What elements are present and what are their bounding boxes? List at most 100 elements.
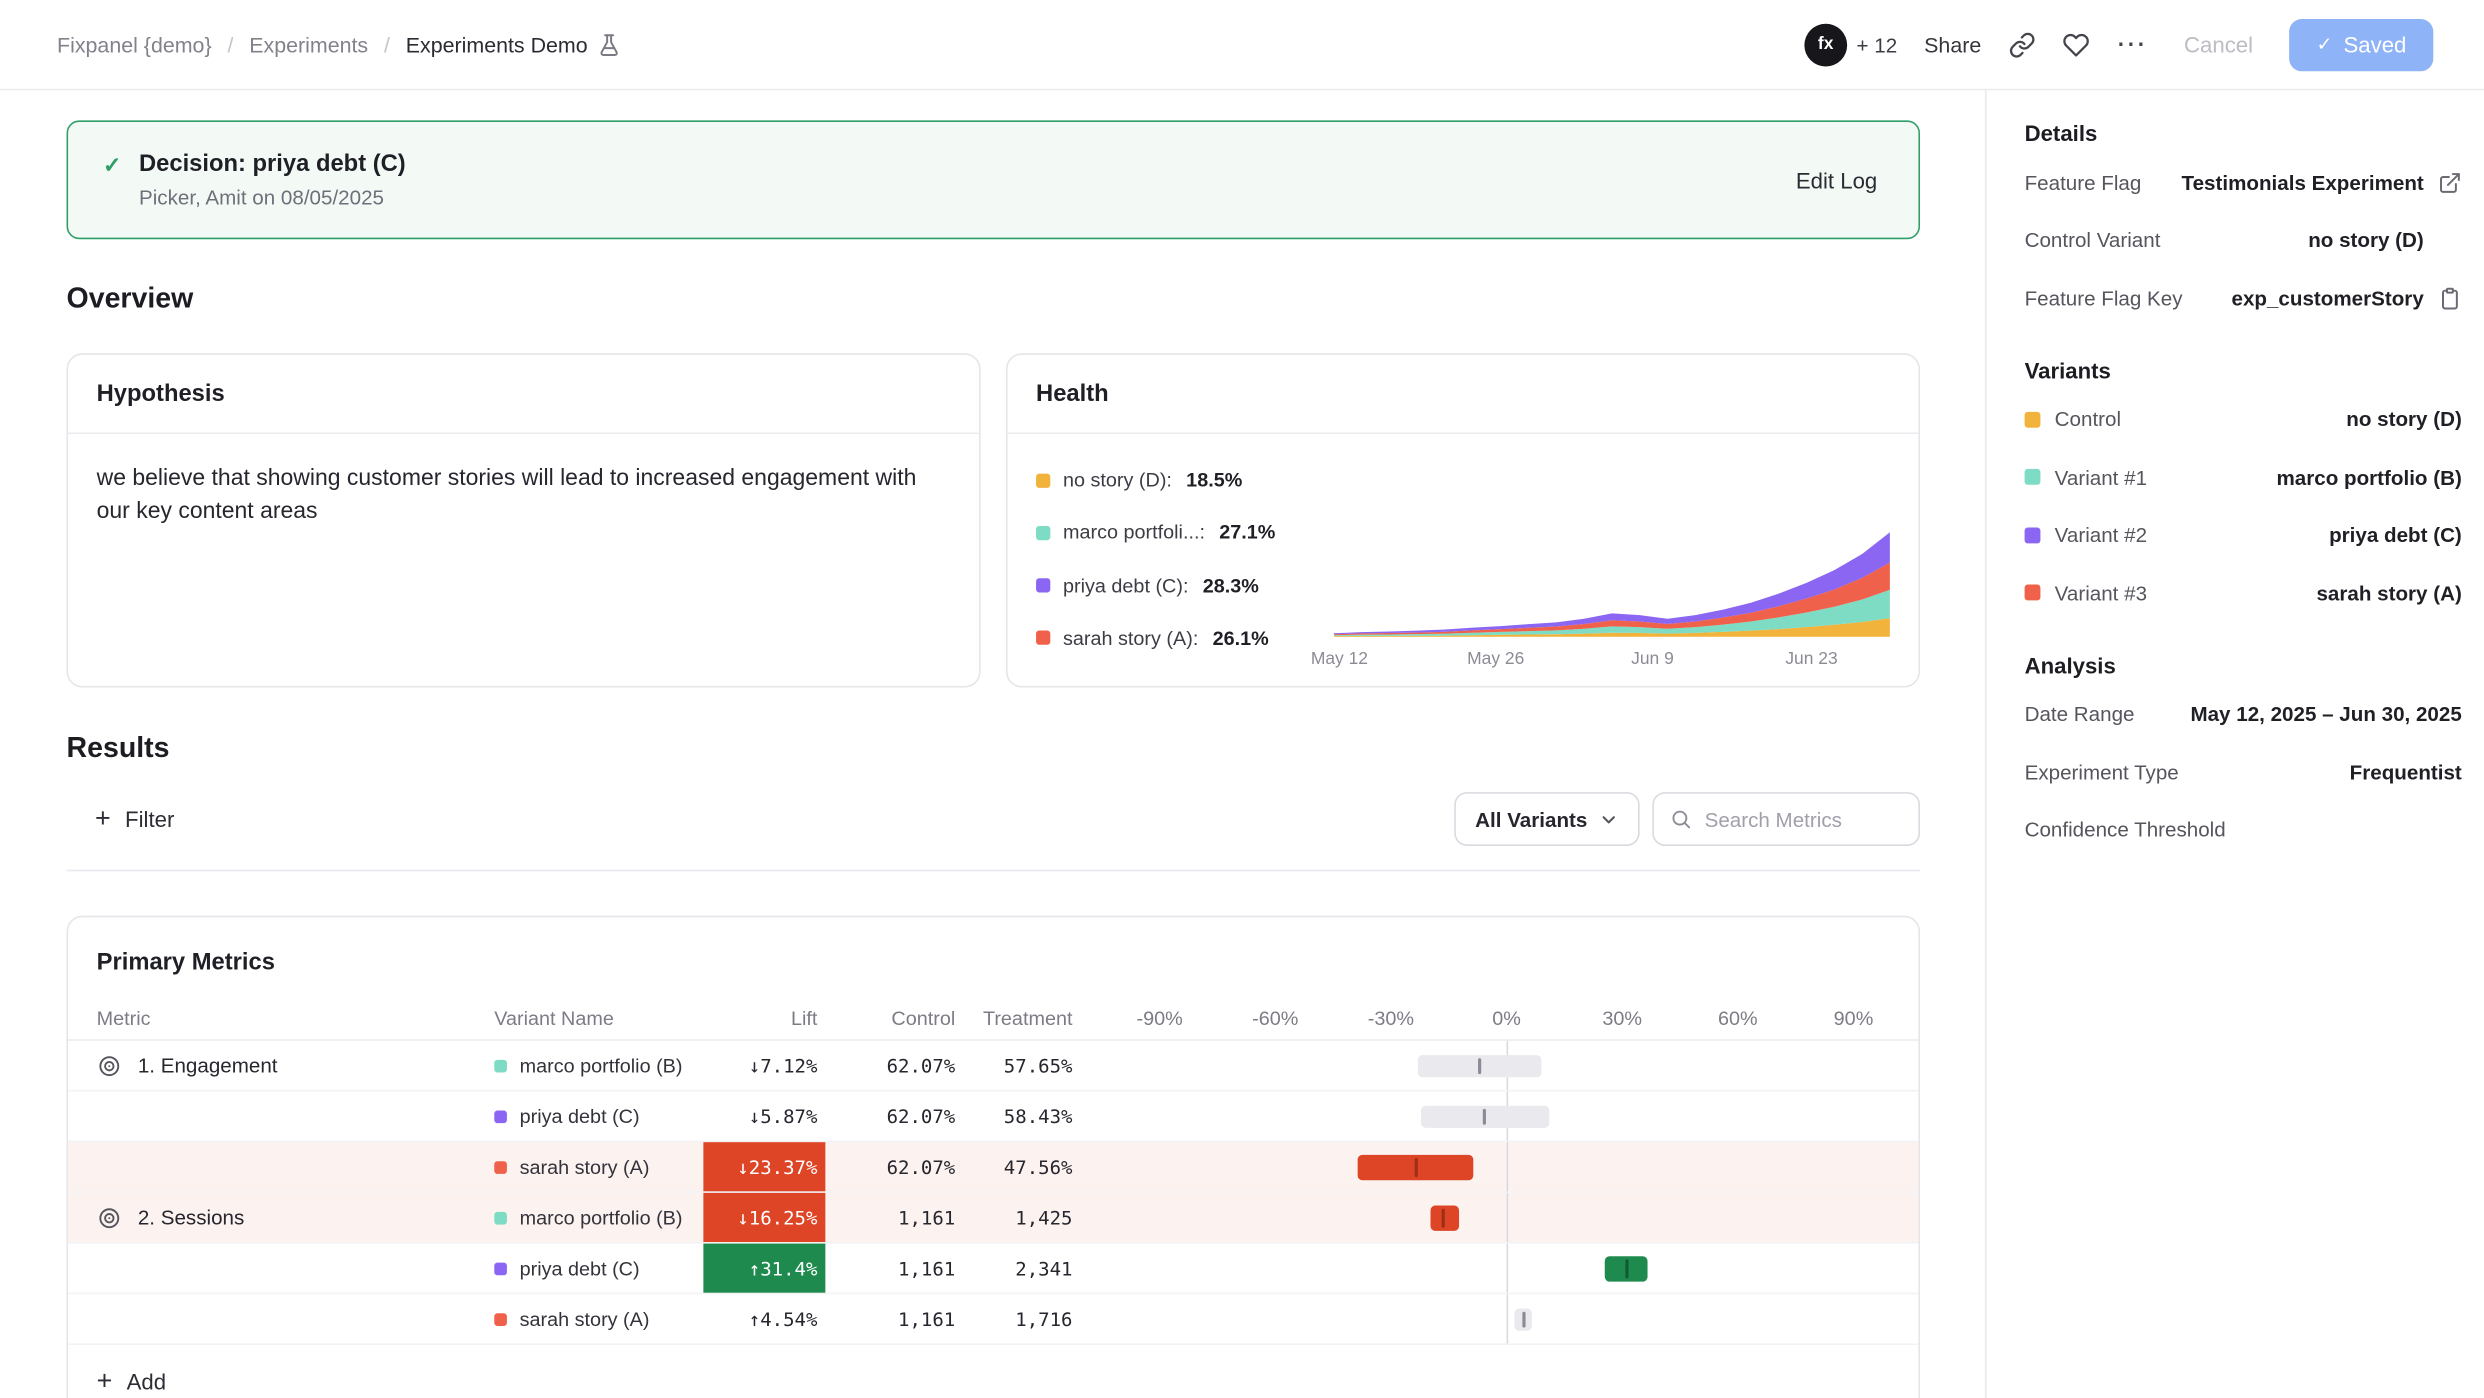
chevron-down-icon (1598, 809, 1619, 830)
treatment-value: 47.56% (955, 1156, 1072, 1178)
edit-log-button[interactable]: Edit Log (1796, 167, 1877, 192)
metric-row[interactable]: priya debt (C) ↓5.87% 62.07%58.43% (68, 1092, 1918, 1143)
estimate-tick (1415, 1157, 1418, 1176)
plus-icon: + (95, 808, 111, 830)
column-lift: Lift (703, 998, 825, 1039)
details-rows: Feature Flag Testimonials Experiment Contr… (2025, 154, 2462, 327)
saved-button[interactable]: ✓ Saved (2290, 18, 2434, 70)
metric-row[interactable]: sarah story (A)↑4.54%1,1611,716 (68, 1294, 1918, 1345)
variants-rows: Controlno story (D)Variant #1marco portf… (2025, 391, 2462, 622)
filter-label: Filter (125, 806, 174, 831)
lift-value: ↓5.87% (749, 1105, 818, 1127)
app: Fixpanel {demo} / Experiments / Experime… (0, 0, 2484, 1398)
legend-label: priya debt (C): (1063, 575, 1188, 597)
add-metric-button[interactable]: + Add (68, 1345, 166, 1398)
legend-swatch (1036, 526, 1050, 540)
more-menu-icon[interactable]: ⋯ (2116, 31, 2148, 58)
variant-name: marco portfolio (B) (520, 1054, 683, 1076)
search-metrics-box (1652, 792, 1920, 846)
main-panel: ✓ Decision: priya debt (C) Picker, Amit … (0, 90, 1985, 1398)
lift-cell: ↑31.4% (703, 1244, 825, 1293)
confidence-interval-bar (1418, 1054, 1541, 1076)
control-value: 1,161 (825, 1257, 955, 1279)
primary-metrics-title: Primary Metrics (68, 917, 1918, 998)
health-title: Health (1008, 355, 1919, 434)
legend-item[interactable]: sarah story (A):26.1% (1036, 627, 1315, 649)
lift-value: ↓23.37% (737, 1156, 817, 1178)
variant-color-dot (494, 1312, 507, 1325)
treatment-value: 57.65% (955, 1054, 1072, 1076)
breadcrumb-separator: / (227, 32, 233, 56)
variant-cell: priya debt (C) (494, 1105, 703, 1127)
top-bar: Fixpanel {demo} / Experiments / Experime… (0, 0, 2484, 90)
heart-icon[interactable] (2062, 31, 2089, 58)
metric-row[interactable]: 2. Sessionsmarco portfolio (B)↓16.25%1,1… (68, 1193, 1918, 1244)
variant-name: priya debt (C) (520, 1105, 640, 1127)
control-value: 1,161 (825, 1308, 955, 1330)
results-heading: Results (67, 732, 1920, 765)
metric-row[interactable]: sarah story (A)↓23.37%62.07%47.56% (68, 1142, 1918, 1193)
legend-item[interactable]: marco portfoli...:27.1% (1036, 522, 1315, 544)
target-icon (97, 1053, 122, 1078)
breadcrumb-experiments[interactable]: Experiments (249, 32, 368, 56)
legend-label: sarah story (A): (1063, 627, 1198, 649)
estimate-tick (1522, 1311, 1525, 1327)
share-button[interactable]: Share (1924, 32, 1981, 56)
results-toolbar: + Filter All Variants (67, 791, 1920, 848)
lift-cell: ↓5.87% (703, 1092, 825, 1141)
health-chart-svg (1334, 523, 1890, 637)
treatment-value: 1,425 (955, 1206, 1072, 1228)
metric-row[interactable]: priya debt (C)↑31.4%1,1612,341 (68, 1244, 1918, 1295)
legend-item[interactable]: no story (D):18.5% (1036, 469, 1315, 491)
column-control: Control (825, 1008, 955, 1030)
variant-row: Variant #1marco portfolio (B) (2025, 448, 2462, 506)
search-metrics-input[interactable] (1705, 807, 1903, 831)
legend-item[interactable]: priya debt (C):28.3% (1036, 575, 1315, 597)
details-label: Feature Flag Key (2025, 286, 2183, 310)
confidence-interval-bar (1431, 1205, 1460, 1230)
details-value: exp_customerStory (2231, 286, 2423, 310)
primary-metrics-card: Primary Metrics Metric Variant Name Lift… (67, 916, 1920, 1398)
metric-row[interactable]: 1. Engagementmarco portfolio (B)↓7.12%62… (68, 1041, 1918, 1092)
details-section: Details Feature Flag Testimonials Experim… (2025, 120, 2462, 327)
cancel-button[interactable]: Cancel (2175, 32, 2263, 57)
external-link-icon[interactable] (2438, 171, 2462, 195)
legend-label: no story (D): (1063, 469, 1172, 491)
variant-value: marco portfolio (B) (2276, 465, 2461, 489)
analysis-value: May 12, 2025 – Jun 30, 2025 (2190, 702, 2461, 726)
variant-cell: marco portfolio (B) (494, 1206, 703, 1228)
axis-tick-label: -30% (1368, 1008, 1414, 1030)
variant-cell: sarah story (A) (494, 1308, 703, 1330)
analysis-row: Date RangeMay 12, 2025 – Jun 30, 2025 (2025, 685, 2462, 743)
add-label: Add (127, 1369, 166, 1394)
details-label: Control Variant (2025, 229, 2161, 253)
variants-dropdown[interactable]: All Variants (1455, 792, 1640, 846)
x-axis-label: May 12 (1311, 650, 1368, 669)
collaborators-count[interactable]: + 12 (1857, 32, 1898, 56)
variants-section: Variants Controlno story (D)Variant #1ma… (2025, 357, 2462, 622)
details-heading: Details (2025, 120, 2462, 145)
estimate-tick (1626, 1259, 1629, 1278)
treatment-value: 58.43% (955, 1105, 1072, 1127)
variant-color-dot (494, 1059, 507, 1072)
control-value: 62.07% (825, 1105, 955, 1127)
lift-cell: ↓16.25% (703, 1193, 825, 1242)
breadcrumb-current: Experiments Demo (406, 32, 621, 56)
header-actions: fx + 12 Share ⋯ Cancel ✓ Saved (1804, 18, 2433, 70)
metric-cell: 2. Sessions (68, 1205, 494, 1230)
breadcrumb-root[interactable]: Fixpanel {demo} (57, 32, 212, 56)
lift-value: ↑31.4% (749, 1257, 818, 1279)
avatar[interactable]: fx (1804, 23, 1847, 66)
variant-label: Control (2055, 408, 2121, 432)
link-icon[interactable] (2008, 31, 2035, 58)
details-label: Feature Flag (2025, 171, 2142, 195)
axis-tick-label: 90% (1834, 1008, 1874, 1030)
details-value: Testimonials Experiment (2182, 171, 2424, 195)
decision-banner: ✓ Decision: priya debt (C) Picker, Amit … (67, 120, 1920, 239)
analysis-rows: Date RangeMay 12, 2025 – Jun 30, 2025Exp… (2025, 685, 2462, 858)
variant-name: priya debt (C) (520, 1257, 640, 1279)
filter-button[interactable]: + Filter (95, 806, 174, 831)
hypothesis-title: Hypothesis (68, 355, 979, 434)
clipboard-icon[interactable] (2438, 286, 2462, 310)
right-sidebar: Details Feature Flag Testimonials Experim… (1985, 90, 2484, 1398)
